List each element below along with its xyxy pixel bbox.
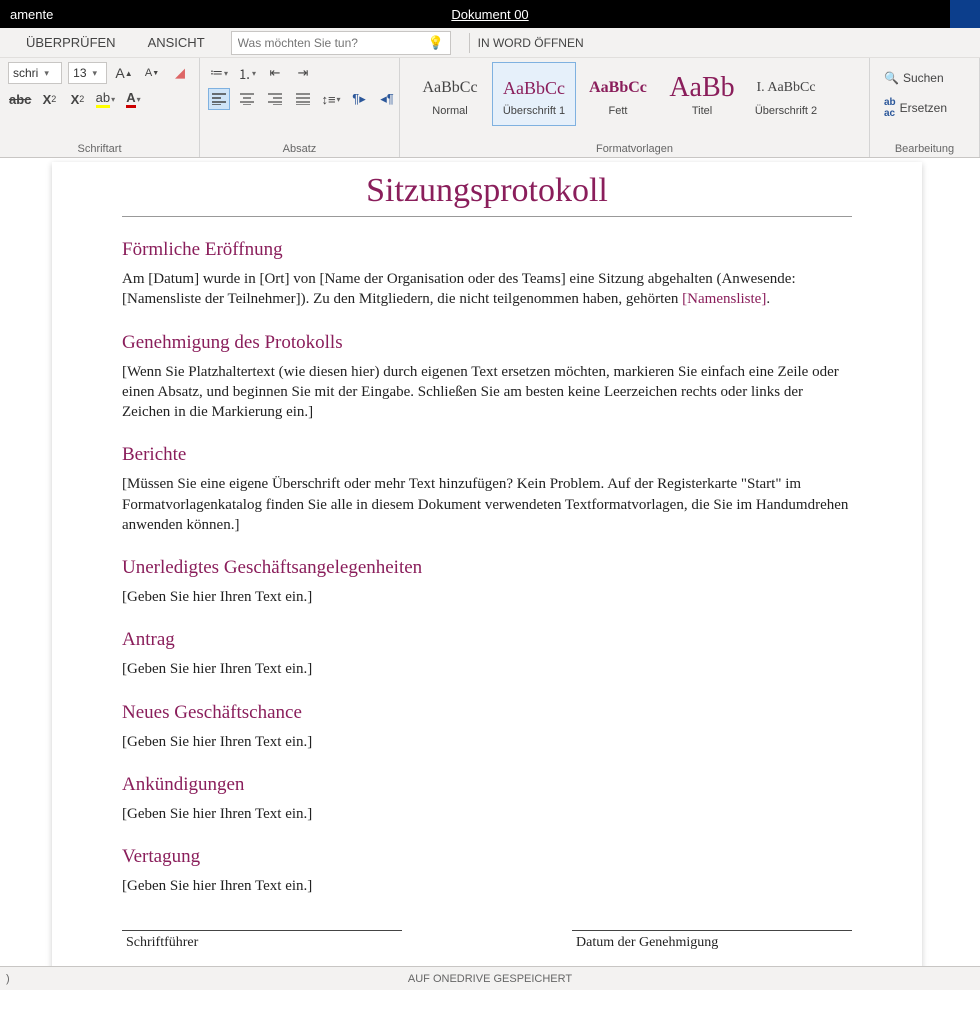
signature-label-date: Datum der Genehmigung xyxy=(572,935,852,951)
clear-formatting-button[interactable]: ◢ xyxy=(169,62,191,84)
highlight-color-button[interactable]: ab▾ xyxy=(94,88,116,110)
heading-new-business[interactable]: Neues Geschäftschance xyxy=(122,702,852,724)
replace-icon: abac xyxy=(884,97,896,119)
subscript-button[interactable]: X2 xyxy=(38,88,60,110)
style-title[interactable]: AaBb Titel xyxy=(660,62,744,126)
group-label-paragraph: Absatz xyxy=(208,141,391,155)
binoculars-icon: 🔍 xyxy=(884,71,899,85)
group-label-styles: Formatvorlagen xyxy=(408,141,861,155)
superscript-button[interactable]: X2 xyxy=(66,88,88,110)
tell-me-search[interactable]: 💡 xyxy=(231,31,451,55)
decrease-indent-button[interactable]: ⇤ xyxy=(264,62,286,84)
style-bold[interactable]: AaBbCc Fett xyxy=(576,62,660,126)
search-input[interactable] xyxy=(238,36,424,50)
para-approval[interactable]: [Wenn Sie Platzhaltertext (wie diesen hi… xyxy=(122,362,852,423)
signature-label-secretary: Schriftführer xyxy=(122,935,402,951)
shrink-font-button[interactable]: A▼ xyxy=(141,62,163,84)
signature-line-date xyxy=(572,930,852,931)
style-heading-1[interactable]: AaBbCc Überschrift 1 xyxy=(492,62,576,126)
heading-unfinished[interactable]: Unerledigtes Geschäftsangelegenheiten xyxy=(122,557,852,579)
status-saved: AUF ONEDRIVE GESPEICHERT xyxy=(408,973,572,985)
font-name-combo[interactable]: schri▾ xyxy=(8,62,62,84)
tab-view[interactable]: ANSICHT xyxy=(132,28,221,58)
para-opening[interactable]: Am [Datum] wurde in [Ort] von [Name der … xyxy=(122,269,852,310)
align-right-button[interactable] xyxy=(264,88,286,110)
heading-motion[interactable]: Antrag xyxy=(122,629,852,651)
justify-button[interactable] xyxy=(292,88,314,110)
heading-opening[interactable]: Förmliche Eröffnung xyxy=(122,239,852,261)
heading-adjournment[interactable]: Vertagung xyxy=(122,846,852,868)
heading-reports[interactable]: Berichte xyxy=(122,444,852,466)
title-underline xyxy=(122,216,852,217)
para-adjournment[interactable]: [Geben Sie hier Ihren Text ein.] xyxy=(122,876,852,896)
align-center-button[interactable] xyxy=(236,88,258,110)
status-left-fragment: ) xyxy=(6,973,10,985)
grow-font-button[interactable]: A▲ xyxy=(113,62,135,84)
para-unfinished[interactable]: [Geben Sie hier Ihren Text ein.] xyxy=(122,587,852,607)
line-spacing-button[interactable]: ↕≡▾ xyxy=(320,88,342,110)
open-in-word-button[interactable]: IN WORD ÖFFNEN xyxy=(469,33,592,53)
align-left-button[interactable] xyxy=(208,88,230,110)
title-bar: amente Dokument 00 xyxy=(0,0,980,28)
strikethrough-button[interactable]: abc xyxy=(8,88,32,110)
group-label-font: Schriftart xyxy=(8,141,191,155)
para-announcements[interactable]: [Geben Sie hier Ihren Text ein.] xyxy=(122,804,852,824)
para-motion[interactable]: [Geben Sie hier Ihren Text ein.] xyxy=(122,659,852,679)
status-bar: ) AUF ONEDRIVE GESPEICHERT xyxy=(0,966,980,990)
para-new-business[interactable]: [Geben Sie hier Ihren Text ein.] xyxy=(122,732,852,752)
para-reports[interactable]: [Müssen Sie eine eigene Überschrift oder… xyxy=(122,474,852,535)
find-button[interactable]: 🔍 Suchen xyxy=(880,66,969,90)
signature-row: Schriftführer Datum der Genehmigung xyxy=(122,930,852,951)
heading-approval[interactable]: Genehmigung des Protokolls xyxy=(122,332,852,354)
bullets-button[interactable]: ≔▾ xyxy=(208,62,230,84)
style-normal[interactable]: AaBbCc Normal xyxy=(408,62,492,126)
heading-announcements[interactable]: Ankündigungen xyxy=(122,774,852,796)
menu-bar: ÜBERPRÜFEN ANSICHT 💡 IN WORD ÖFFNEN xyxy=(0,28,980,58)
doc-title[interactable]: Sitzungsprotokoll xyxy=(122,172,852,216)
document-area[interactable]: Sitzungsprotokoll Förmliche Eröffnung Am… xyxy=(0,158,980,990)
title-left-fragment: amente xyxy=(10,7,53,22)
rtl-button[interactable]: ◂¶ xyxy=(376,88,398,110)
numbering-button[interactable]: ⒈▾ xyxy=(236,62,258,84)
increase-indent-button[interactable]: ⇥ xyxy=(292,62,314,84)
font-color-button[interactable]: A▾ xyxy=(122,88,144,110)
ribbon: schri▾ 13▾ A▲ A▼ ◢ abc X2 X2 ab▾ A▾ Schr… xyxy=(0,58,980,158)
ltr-button[interactable]: ¶▸ xyxy=(348,88,370,110)
style-heading-2[interactable]: I. AaBbCc Überschrift 2 xyxy=(744,62,828,126)
window-control-area[interactable] xyxy=(950,0,980,28)
signature-line-secretary xyxy=(122,930,402,931)
document-title: Dokument 00 xyxy=(451,7,528,22)
replace-button[interactable]: abac Ersetzen xyxy=(880,96,969,120)
group-label-editing: Bearbeitung xyxy=(878,141,971,155)
page[interactable]: Sitzungsprotokoll Förmliche Eröffnung Am… xyxy=(52,162,922,990)
tab-review[interactable]: ÜBERPRÜFEN xyxy=(10,28,132,58)
lightbulb-icon: 💡 xyxy=(427,35,443,51)
font-size-combo[interactable]: 13▾ xyxy=(68,62,107,84)
